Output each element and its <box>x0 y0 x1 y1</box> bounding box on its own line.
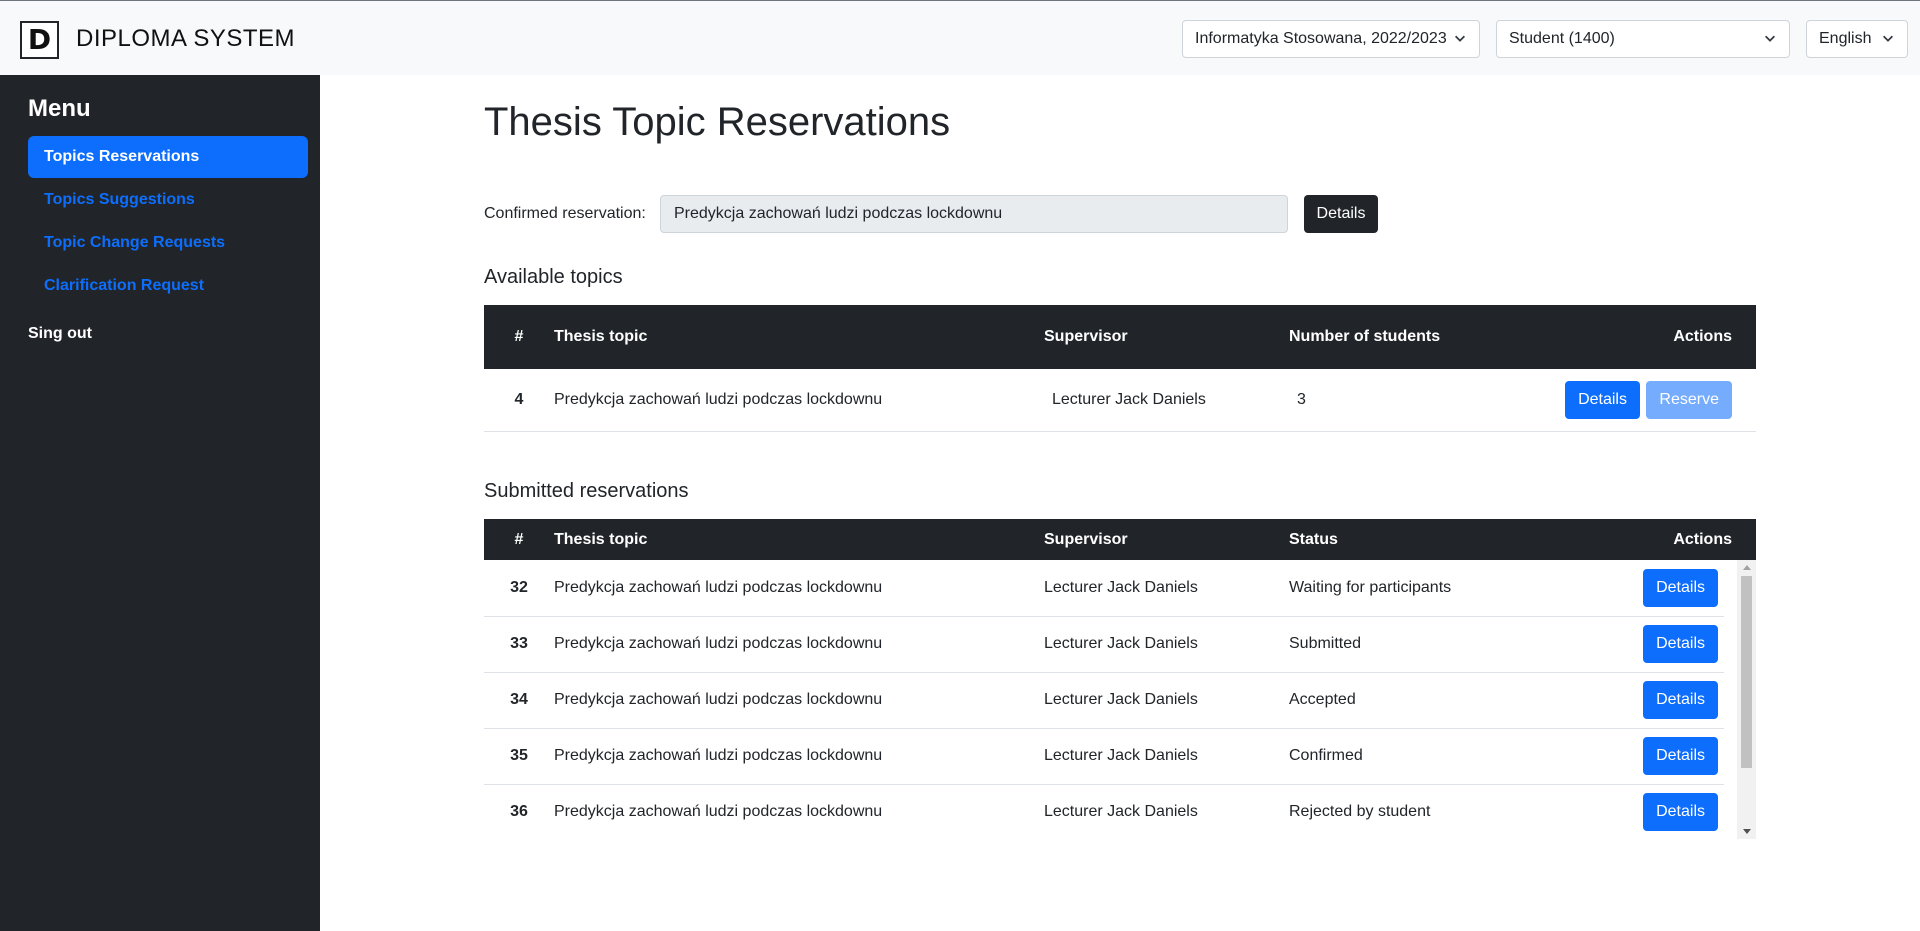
role-select-value: Student (1400) <box>1509 30 1615 47</box>
confirmed-reservation-field: Predykcja zachowań ludzi podczas lockdow… <box>660 195 1288 233</box>
table-row: 35 Predykcja zachowań ludzi podczas lock… <box>484 728 1724 785</box>
cell-topic: Predykcja zachowań ludzi podczas lockdow… <box>554 784 1044 839</box>
cell-supervisor: Lecturer Jack Daniels <box>1044 784 1289 839</box>
col-header-supervisor: Supervisor <box>1044 305 1289 369</box>
cell-number: 32 <box>484 560 554 617</box>
logo-letter: D <box>27 23 52 56</box>
table-row: 32 Predykcja zachowań ludzi podczas lock… <box>484 560 1724 617</box>
cell-status: Submitted <box>1289 616 1489 673</box>
cell-actions: Details <box>1489 784 1724 839</box>
top-header: D DIPLOMA SYSTEM Informatyka Stosowana, … <box>0 0 1920 75</box>
sidebar-item-clarification-request[interactable]: Clarification Request <box>28 265 308 307</box>
cell-topic: Predykcja zachowań ludzi podczas lockdow… <box>554 369 1044 432</box>
chevron-down-icon <box>1455 35 1465 42</box>
cell-status: Rejected by student <box>1289 784 1489 839</box>
confirmed-reservation-value: Predykcja zachowań ludzi podczas lockdow… <box>674 205 1003 222</box>
confirmed-details-button[interactable]: Details <box>1304 195 1378 233</box>
program-select-value: Informatyka Stosowana, 2022/2023 <box>1195 30 1447 47</box>
col-header-supervisor: Supervisor <box>1044 519 1289 560</box>
cell-topic: Predykcja zachowań ludzi podczas lockdow… <box>554 560 1044 617</box>
sidebar-item-topic-change-requests[interactable]: Topic Change Requests <box>28 222 308 264</box>
col-header-actions: Actions <box>1489 519 1756 560</box>
reserve-button[interactable]: Reserve <box>1646 380 1732 419</box>
cell-number: 4 <box>484 369 554 432</box>
col-header-actions: Actions <box>1489 305 1756 369</box>
cell-topic: Predykcja zachowań ludzi podczas lockdow… <box>554 728 1044 785</box>
role-select[interactable]: Student (1400) <box>1496 20 1790 58</box>
sign-out-link[interactable]: Sing out <box>28 325 92 343</box>
cell-status: Waiting for participants <box>1289 560 1489 617</box>
details-button[interactable]: Details <box>1643 625 1718 663</box>
details-button[interactable]: Details <box>1643 681 1718 719</box>
language-select[interactable]: English <box>1806 20 1908 58</box>
language-select-value: English <box>1819 30 1872 47</box>
scroll-up-arrow-icon[interactable] <box>1743 565 1751 570</box>
cell-supervisor: Lecturer Jack Daniels <box>1044 616 1289 673</box>
scrollbar-thumb[interactable] <box>1741 576 1752 768</box>
sidebar-item-label: Topics Suggestions <box>44 191 195 208</box>
cell-actions: Details Reserve <box>1489 369 1756 432</box>
col-header-topic: Thesis topic <box>554 305 1044 369</box>
chevron-down-icon <box>1883 35 1893 42</box>
submitted-reservations-table: 32 Predykcja zachowań ludzi podczas lock… <box>484 560 1724 839</box>
cell-actions: Details <box>1489 616 1724 673</box>
table-row: 36 Predykcja zachowań ludzi podczas lock… <box>484 784 1724 839</box>
sidebar-item-topics-reservations[interactable]: Topics Reservations <box>28 136 308 178</box>
sidebar-item-topics-suggestions[interactable]: Topics Suggestions <box>28 179 308 221</box>
cell-students: 3 <box>1289 369 1489 432</box>
submitted-reservations-scroll[interactable]: 32 Predykcja zachowań ludzi podczas lock… <box>484 560 1756 839</box>
table-header-row: # Thesis topic Supervisor Status Actions <box>484 519 1756 560</box>
col-header-number: # <box>484 519 554 560</box>
menu-title: Menu <box>28 95 91 122</box>
col-header-number: # <box>484 305 554 369</box>
cell-number: 35 <box>484 728 554 785</box>
submitted-reservations-heading: Submitted reservations <box>484 480 689 502</box>
col-header-status: Status <box>1289 519 1489 560</box>
details-button[interactable]: Details <box>1643 793 1718 831</box>
details-button[interactable]: Details <box>1565 380 1640 419</box>
table-row: 33 Predykcja zachowań ludzi podczas lock… <box>484 616 1724 673</box>
chevron-down-icon <box>1765 35 1775 42</box>
cell-actions: Details <box>1489 728 1724 785</box>
vertical-scrollbar[interactable] <box>1737 560 1756 839</box>
available-topics-table: # Thesis topic Supervisor Number of stud… <box>484 305 1756 432</box>
cell-supervisor: Lecturer Jack Daniels <box>1044 728 1289 785</box>
cell-actions: Details <box>1489 560 1724 617</box>
cell-status: Confirmed <box>1289 728 1489 785</box>
submitted-reservations-header: # Thesis topic Supervisor Status Actions <box>484 519 1756 560</box>
col-header-students: Number of students <box>1289 305 1489 369</box>
available-topics-heading: Available topics <box>484 266 623 288</box>
cell-topic: Predykcja zachowań ludzi podczas lockdow… <box>554 672 1044 729</box>
cell-supervisor: Lecturer Jack Daniels <box>1044 560 1289 617</box>
cell-actions: Details <box>1489 672 1724 729</box>
table-header-row: # Thesis topic Supervisor Number of stud… <box>484 305 1756 369</box>
cell-number: 33 <box>484 616 554 673</box>
page-title: Thesis Topic Reservations <box>484 100 951 144</box>
details-button[interactable]: Details <box>1643 737 1718 775</box>
brand-title[interactable]: DIPLOMA SYSTEM <box>76 25 295 53</box>
table-row: 4 Predykcja zachowań ludzi podczas lockd… <box>484 369 1756 432</box>
sidebar-item-label: Clarification Request <box>44 277 205 294</box>
details-button[interactable]: Details <box>1643 568 1718 607</box>
sidebar: Menu Topics Reservations Topics Suggesti… <box>0 75 320 931</box>
logo-icon[interactable]: D <box>20 21 59 59</box>
sidebar-item-label: Topic Change Requests <box>44 234 226 251</box>
col-header-topic: Thesis topic <box>554 519 1044 560</box>
table-row: 34 Predykcja zachowań ludzi podczas lock… <box>484 672 1724 729</box>
program-select[interactable]: Informatyka Stosowana, 2022/2023 <box>1182 20 1480 58</box>
cell-supervisor: Lecturer Jack Daniels <box>1044 672 1289 729</box>
cell-number: 34 <box>484 672 554 729</box>
scroll-down-arrow-icon[interactable] <box>1743 829 1751 834</box>
confirmed-reservation-label: Confirmed reservation: <box>484 205 646 222</box>
cell-status: Accepted <box>1289 672 1489 729</box>
cell-topic: Predykcja zachowań ludzi podczas lockdow… <box>554 616 1044 673</box>
cell-number: 36 <box>484 784 554 839</box>
cell-supervisor: Lecturer Jack Daniels <box>1044 369 1289 432</box>
sidebar-item-label: Topics Reservations <box>44 148 200 165</box>
